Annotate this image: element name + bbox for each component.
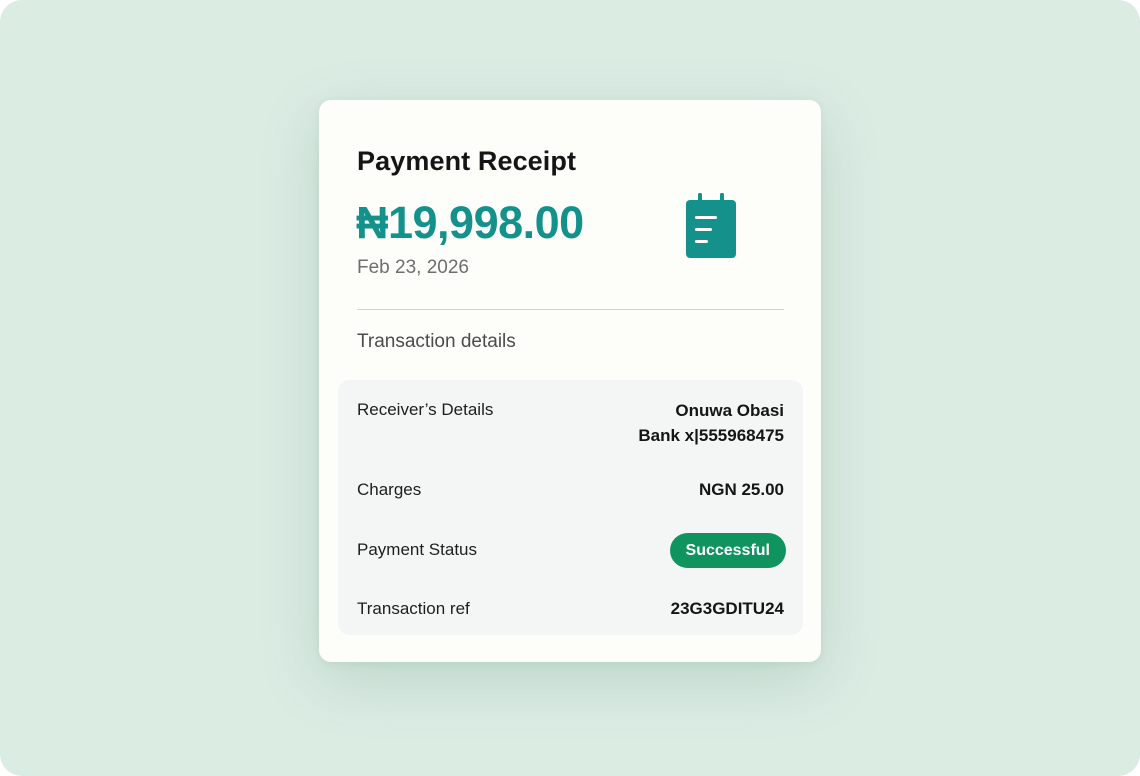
background-stage: Payment Receipt ₦19,998.00 Feb 23, 2026 … — [0, 0, 1140, 776]
receiver-name: Onuwa Obasi — [675, 401, 784, 420]
transaction-details-heading: Transaction details — [357, 331, 516, 352]
payment-amount: ₦19,998.00 — [356, 197, 584, 248]
payment-date: Feb 23, 2026 — [357, 257, 469, 278]
receiver-details-label: Receiver’s Details — [357, 400, 494, 419]
charges-label: Charges — [357, 480, 422, 499]
charges-value: NGN 25.00 — [698, 480, 784, 499]
receiver-details-value: Onuwa Obasi Bank x|555968475 — [638, 398, 784, 448]
receipt-title: Payment Receipt — [357, 146, 577, 176]
payment-status-label: Payment Status — [357, 540, 478, 559]
divider — [357, 309, 784, 310]
transaction-ref-label: Transaction ref — [357, 599, 470, 618]
transaction-ref-value: 23G3GDITU24 — [670, 599, 784, 618]
status-badge: Successful — [669, 533, 786, 568]
receipt-icon — [686, 193, 736, 258]
transaction-details-panel: Receiver’s Details Onuwa Obasi Bank x|55… — [338, 380, 803, 635]
receiver-account: Bank x|555968475 — [638, 426, 784, 445]
payment-receipt-card: Payment Receipt ₦19,998.00 Feb 23, 2026 … — [319, 100, 821, 662]
